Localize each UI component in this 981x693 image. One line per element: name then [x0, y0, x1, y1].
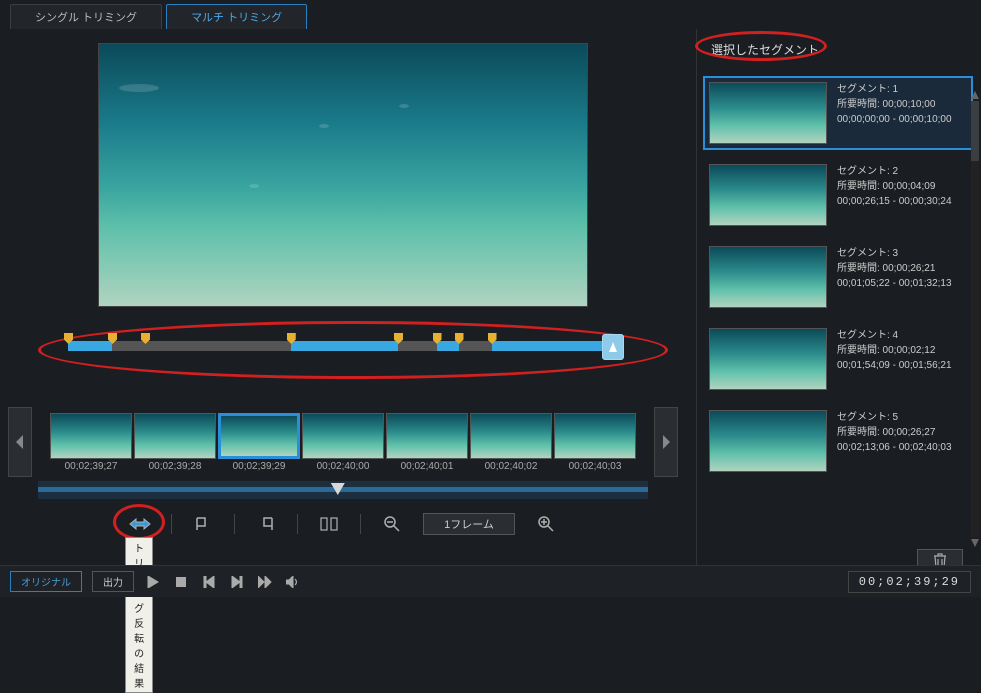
- frame-timecode: 00;02;40;03: [554, 461, 636, 472]
- frame-thumb-image: [470, 413, 552, 459]
- frame-timecode: 00;02;40;00: [302, 461, 384, 472]
- segment-thumb: [709, 328, 827, 390]
- invert-trim-button[interactable]: [127, 513, 153, 535]
- volume-button[interactable]: [284, 573, 302, 591]
- segment-info: セグメント: 5所要時間: 00;00;26;2700;02;13;06 - 0…: [837, 410, 952, 472]
- overview-timeline[interactable]: [68, 341, 618, 351]
- frame-thumb-image: [218, 413, 300, 459]
- frame-timecode: 00;02;40;02: [470, 461, 552, 472]
- segment-duration: 所要時間: 00;00;26;21: [837, 261, 952, 276]
- segment-item[interactable]: セグメント: 3所要時間: 00;00;26;2100;01;05;22 - 0…: [703, 240, 973, 314]
- mark-out-button[interactable]: [253, 513, 279, 535]
- segments-panel-header: 選択したセグメント: [703, 37, 977, 62]
- frame-strip-prev[interactable]: [8, 407, 32, 477]
- view-output-tab[interactable]: 出力: [92, 571, 134, 592]
- fast-forward-button[interactable]: [256, 573, 274, 591]
- segment-info: セグメント: 1所要時間: 00;00;10;0000;00;00;00 - 0…: [837, 82, 952, 144]
- frame-timecode: 00;02;39;27: [50, 461, 132, 472]
- scrub-bar[interactable]: [38, 481, 648, 499]
- segment-item[interactable]: セグメント: 4所要時間: 00;00;02;1200;01;54;09 - 0…: [703, 322, 973, 396]
- segment-range: 00;02;13;06 - 00;02;40;03: [837, 440, 952, 455]
- segment-item[interactable]: セグメント: 5所要時間: 00;00;26;2700;02;13;06 - 0…: [703, 404, 973, 478]
- invert-trim-tooltip: トリミング反転の結果: [125, 537, 153, 693]
- segment-duration: 所要時間: 00;00;26;27: [837, 425, 952, 440]
- frame-timecode: 00;02;39;28: [134, 461, 216, 472]
- overview-segment[interactable]: [291, 341, 398, 351]
- frame-thumbnail[interactable]: 00;02;40;00: [302, 413, 384, 472]
- segment-scrollbar-thumb[interactable]: [971, 101, 979, 161]
- segment-thumb: [709, 246, 827, 308]
- segment-item[interactable]: セグメント: 2所要時間: 00;00;04;0900;00;26;15 - 0…: [703, 158, 973, 232]
- video-preview: [98, 43, 588, 307]
- overview-segment[interactable]: [437, 341, 459, 351]
- overview-marker[interactable]: [141, 333, 150, 344]
- frame-thumbnail[interactable]: 00;02;40;02: [470, 413, 552, 472]
- segment-info: セグメント: 4所要時間: 00;00;02;1200;01;54;09 - 0…: [837, 328, 952, 390]
- frame-timecode: 00;02;39;29: [218, 461, 300, 472]
- segment-range: 00;01;05;22 - 00;01;32;13: [837, 276, 952, 291]
- bottom-bar: オリジナル 出力 00;02;39;29: [0, 565, 981, 597]
- frame-thumbnail[interactable]: 00;02;39;28: [134, 413, 216, 472]
- step-forward-button[interactable]: [228, 573, 246, 591]
- segment-range: 00;01;54;09 - 00;01;56;21: [837, 358, 952, 373]
- segment-name: セグメント: 5: [837, 410, 952, 425]
- tool-row: トリミング反転の結果 1フレーム: [8, 513, 678, 535]
- frame-thumb-image: [554, 413, 636, 459]
- frame-thumbnail[interactable]: 00;02;40;01: [386, 413, 468, 472]
- segment-range: 00;00;26;15 - 00;00;30;24: [837, 194, 952, 209]
- segment-info: セグメント: 2所要時間: 00;00;04;0900;00;26;15 - 0…: [837, 164, 952, 226]
- zoom-out-button[interactable]: [379, 513, 405, 535]
- scrub-head[interactable]: [331, 483, 345, 495]
- segment-name: セグメント: 1: [837, 82, 952, 97]
- scene-detect-button[interactable]: [316, 513, 342, 535]
- segment-name: セグメント: 4: [837, 328, 952, 343]
- segment-range: 00;00;00;00 - 00;00;10;00: [837, 112, 952, 127]
- segment-duration: 所要時間: 00;00;10;00: [837, 97, 952, 112]
- frame-timecode: 00;02;40;01: [386, 461, 468, 472]
- tab-multi-trim[interactable]: マルチ トリミング: [166, 4, 307, 29]
- tab-single-trim[interactable]: シングル トリミング: [10, 4, 162, 29]
- mark-in-button[interactable]: [190, 513, 216, 535]
- timecode-display: 00;02;39;29: [848, 571, 971, 593]
- stop-button[interactable]: [172, 573, 190, 591]
- frame-thumb-image: [302, 413, 384, 459]
- segment-info: セグメント: 3所要時間: 00;00;26;2100;01;05;22 - 0…: [837, 246, 952, 308]
- overview-segment[interactable]: [68, 341, 112, 351]
- segment-name: セグメント: 3: [837, 246, 952, 261]
- play-button[interactable]: [144, 573, 162, 591]
- segment-duration: 所要時間: 00;00;04;09: [837, 179, 952, 194]
- segment-item[interactable]: セグメント: 1所要時間: 00;00;10;0000;00;00;00 - 0…: [703, 76, 973, 150]
- segment-thumb: [709, 82, 827, 144]
- step-back-button[interactable]: [200, 573, 218, 591]
- frame-thumb-image: [386, 413, 468, 459]
- frame-strip-next[interactable]: [654, 407, 678, 477]
- overview-playhead[interactable]: [602, 334, 624, 360]
- segment-scrollbar[interactable]: [971, 101, 979, 537]
- frame-thumb-image: [50, 413, 132, 459]
- frame-strip: 00;02;39;2700;02;39;2800;02;39;2900;02;4…: [38, 413, 648, 472]
- frame-step-selector[interactable]: 1フレーム: [423, 513, 515, 535]
- segment-name: セグメント: 2: [837, 164, 952, 179]
- zoom-in-button[interactable]: [533, 513, 559, 535]
- segment-thumb: [709, 410, 827, 472]
- frame-thumbnail[interactable]: 00;02;40;03: [554, 413, 636, 472]
- view-original-tab[interactable]: オリジナル: [10, 571, 82, 592]
- frame-thumbnail[interactable]: 00;02;39;29: [218, 413, 300, 472]
- mode-tabs: シングル トリミング マルチ トリミング: [0, 0, 981, 29]
- segment-thumb: [709, 164, 827, 226]
- frame-thumbnail[interactable]: 00;02;39;27: [50, 413, 132, 472]
- frame-thumb-image: [134, 413, 216, 459]
- overview-segment[interactable]: [492, 341, 619, 351]
- segment-duration: 所要時間: 00;00;02;12: [837, 343, 952, 358]
- segment-list: セグメント: 1所要時間: 00;00;10;0000;00;00;00 - 0…: [703, 76, 977, 478]
